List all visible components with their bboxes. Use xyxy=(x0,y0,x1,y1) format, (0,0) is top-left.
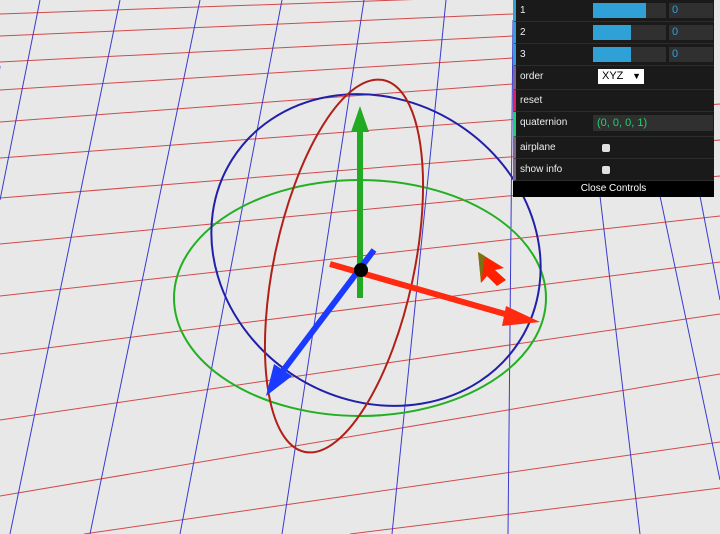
quaternion-row: quaternion (0, 0, 0, 1) xyxy=(513,112,714,137)
show-info-row: show info xyxy=(513,159,714,181)
rotation-slider-1[interactable] xyxy=(593,3,666,18)
rotation-slider-3[interactable] xyxy=(593,47,666,62)
rotation-label-2: 2 xyxy=(520,27,526,38)
airplane-checkbox[interactable] xyxy=(602,144,610,152)
close-controls-button[interactable]: Close Controls xyxy=(513,181,714,197)
airplane-label: airplane xyxy=(520,142,556,153)
quaternion-field[interactable]: (0, 0, 0, 1) xyxy=(593,115,713,131)
rotation-input-2[interactable]: 0 xyxy=(669,25,713,40)
show-info-checkbox[interactable] xyxy=(602,166,610,174)
order-select[interactable]: XYZ ▼ xyxy=(598,69,644,84)
rotation-input-1[interactable]: 0 xyxy=(669,3,713,18)
rotation-row-1: 1 0 xyxy=(513,0,714,22)
rotation-label-3: 3 xyxy=(520,49,526,60)
quaternion-label: quaternion xyxy=(520,117,568,128)
reset-label: reset xyxy=(520,95,543,106)
reset-button[interactable]: reset xyxy=(513,90,714,112)
airplane-row: airplane xyxy=(513,137,714,159)
rotation-row-3: 3 0 xyxy=(513,44,714,66)
rotation-slider-2[interactable] xyxy=(593,25,666,40)
rotation-row-2: 2 0 xyxy=(513,22,714,44)
origin-sphere xyxy=(354,263,368,277)
chevron-down-icon: ▼ xyxy=(632,71,641,81)
order-row: order XYZ ▼ xyxy=(513,66,714,90)
controls-panel: 1 0 2 0 3 0 order XYZ ▼ reset quaternion… xyxy=(513,0,714,197)
order-select-value: XYZ xyxy=(602,70,624,82)
show-info-label: show info xyxy=(520,164,563,175)
rotation-input-3[interactable]: 0 xyxy=(669,47,713,62)
rotation-label-1: 1 xyxy=(520,5,526,16)
order-label: order xyxy=(520,71,544,82)
